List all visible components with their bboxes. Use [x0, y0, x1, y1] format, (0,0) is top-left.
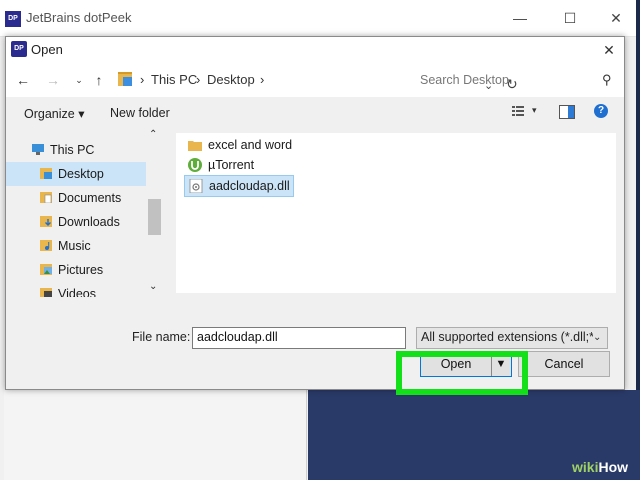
search-icon[interactable]: ⚲	[602, 72, 612, 88]
new-folder-button[interactable]: New folder	[110, 106, 170, 120]
up-button[interactable]: ↑	[90, 71, 108, 89]
scroll-down-icon[interactable]: ⌄	[149, 281, 157, 292]
cancel-button[interactable]: Cancel	[518, 351, 610, 377]
close-dialog-button[interactable]: ✕	[598, 39, 620, 61]
organize-button[interactable]: Organize ▾	[24, 106, 84, 121]
dialog-title: Open	[31, 42, 63, 57]
tree-item-label: Documents	[58, 191, 122, 205]
view-options-icon[interactable]	[512, 105, 524, 117]
cancel-button-label[interactable]: Cancel	[519, 352, 609, 376]
tree-item-label: Videos	[58, 287, 96, 297]
music-folder-icon	[40, 240, 52, 251]
dotpeek-logo-icon: DP	[11, 41, 27, 57]
watermark-suffix: How	[598, 459, 629, 475]
videos-folder-icon	[40, 288, 52, 297]
dialog-titlebar: DP Open ✕	[6, 37, 624, 63]
watermark-prefix: wiki	[572, 459, 599, 475]
file-name: µTorrent	[208, 158, 255, 172]
close-app-button[interactable]: ✕	[604, 6, 628, 30]
file-name: excel and word	[208, 138, 293, 152]
toolbar: Organize ▾ New folder ▾ ?	[6, 97, 624, 127]
back-button[interactable]: ←	[14, 71, 32, 89]
preview-pane-icon[interactable]	[559, 105, 575, 119]
file-name-label: File name:	[132, 330, 191, 344]
tree-item-label: Desktop	[58, 167, 104, 181]
file-name-input[interactable]: aadcloudap.dll	[192, 327, 406, 349]
app-left-panel	[4, 390, 307, 480]
recent-locations-button[interactable]: ⌄	[70, 71, 88, 89]
maximize-button[interactable]: ☐	[558, 6, 582, 30]
file-item-aadcloudap-dll[interactable]: aadcloudap.dll	[184, 175, 294, 197]
downloads-folder-icon	[40, 216, 52, 227]
tree-item-label: This PC	[50, 143, 95, 157]
search-placeholder: Search Desktop	[420, 73, 509, 87]
open-dialog: DP Open ✕ ← → ⌄ ↑ › This PC › Desktop › …	[5, 36, 625, 395]
scroll-up-icon[interactable]: ⌃	[149, 129, 157, 140]
dialog-footer: File name: aadcloudap.dll All supported …	[6, 297, 624, 395]
app-title: JetBrains dotPeek	[26, 10, 132, 25]
help-icon[interactable]: ?	[594, 104, 608, 118]
file-type-select[interactable]: All supported extensions (*.dll;* ⌄	[416, 327, 608, 349]
tree-item-label: Music	[58, 239, 91, 253]
breadcrumb-this-pc[interactable]: This PC	[151, 72, 197, 87]
file-type-value: All supported extensions (*.dll;*	[421, 330, 595, 344]
navigation-pane: This PC Desktop Documents Downloads Musi…	[6, 127, 164, 297]
pictures-folder-icon	[40, 264, 52, 275]
app-titlebar: DP JetBrains dotPeek — ☐ ✕	[0, 0, 636, 37]
breadcrumb-separator[interactable]: ›	[140, 72, 144, 87]
dll-file-icon	[189, 179, 203, 193]
scroll-thumb[interactable]	[148, 199, 161, 235]
chevron-down-icon[interactable]: ⌄	[593, 332, 602, 343]
open-button-highlight	[396, 351, 528, 395]
wikihow-watermark: wikiHow	[572, 459, 628, 475]
view-options-dropdown-icon[interactable]: ▾	[532, 105, 537, 116]
file-name: aadcloudap.dll	[209, 179, 290, 193]
folder-icon	[188, 141, 202, 151]
minimize-button[interactable]: —	[508, 6, 532, 30]
documents-folder-icon	[40, 192, 52, 203]
address-bar[interactable]: › This PC › Desktop › ⌄ ↻	[114, 69, 518, 92]
navigation-scrollbar[interactable]: ⌃ ⌄	[146, 127, 163, 297]
file-list: excel and word µTorrent aadcloudap.dll	[176, 133, 616, 293]
navigation-bar: ← → ⌄ ↑ › This PC › Desktop › ⌄ ↻ Search…	[6, 63, 624, 97]
breadcrumb-separator[interactable]: ›	[196, 72, 200, 87]
desktop-icon	[123, 77, 132, 86]
forward-button[interactable]: →	[44, 71, 62, 89]
dotpeek-logo-icon: DP	[5, 11, 21, 27]
breadcrumb-desktop[interactable]: Desktop	[207, 72, 255, 87]
utorrent-icon	[188, 158, 202, 172]
file-name-value: aadcloudap.dll	[197, 330, 278, 344]
breadcrumb-separator[interactable]: ›	[260, 72, 264, 87]
tree-item-label: Downloads	[58, 215, 120, 229]
computer-icon	[32, 144, 44, 155]
desktop-folder-icon	[40, 168, 52, 179]
search-input[interactable]: Search Desktop ⚲	[412, 69, 618, 91]
tree-item-label: Pictures	[58, 263, 104, 277]
